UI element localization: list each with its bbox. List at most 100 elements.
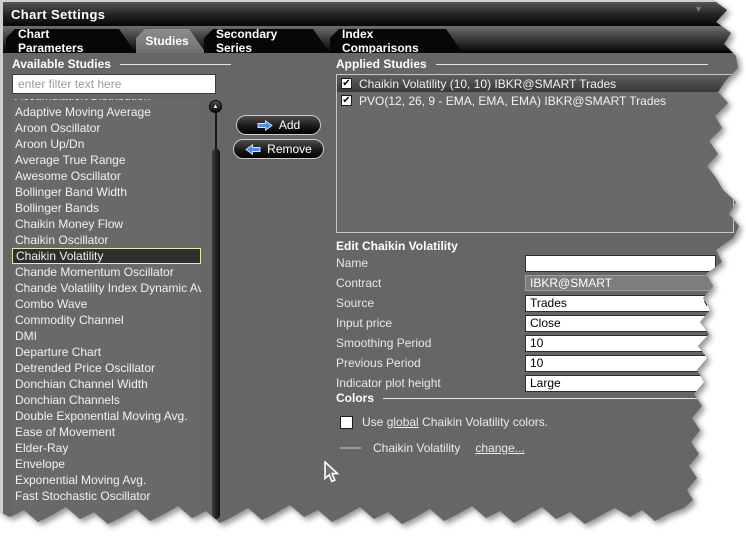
available-studies-header: Available Studies [12, 57, 231, 71]
list-item[interactable]: DMI [12, 328, 201, 344]
tab-index-comparisons[interactable]: Index Comparisons [330, 29, 463, 53]
arrow-left-icon [245, 144, 261, 155]
list-item-selected[interactable]: Chaikin Volatility [12, 248, 201, 264]
applied-studies-list: ✔ Chaikin Volatility (10, 10) IBKR@SMART… [336, 74, 734, 233]
list-item[interactable]: Elder-Ray [12, 440, 201, 456]
list-item[interactable]: Bollinger Band Width [12, 184, 201, 200]
contract-field: IBKR@SMART [525, 275, 716, 291]
edit-form: Name Contract IBKR@SMART Source Trades ▼… [336, 253, 717, 393]
list-item[interactable]: Chaikin Money Flow [12, 216, 201, 232]
list-item[interactable]: Bollinger Bands [12, 200, 201, 216]
previous-period-field[interactable] [525, 355, 716, 372]
line-color-swatch [340, 447, 361, 449]
applied-row-selected[interactable]: ✔ Chaikin Volatility (10, 10) IBKR@SMART… [337, 75, 733, 92]
colors-header: Colors [336, 391, 713, 405]
list-item[interactable]: Exponential Moving Avg. [12, 472, 201, 488]
edit-section-title: Edit Chaikin Volatility [336, 239, 458, 253]
applied-row-label: PVO(12, 26, 9 - EMA, EMA, EMA) IBKR@SMAR… [359, 94, 666, 108]
screenshot-stage: Chart Settings ▼ Chart Parameters Studie… [0, 0, 746, 546]
applied-row-label: Chaikin Volatility (10, 10) IBKR@SMART T… [359, 77, 616, 91]
list-item[interactable]: Fast Stochastic Oscillator [12, 488, 201, 504]
header-rule [383, 398, 713, 399]
form-row-contract: Contract IBKR@SMART [336, 273, 717, 293]
list-item[interactable]: Adaptive Moving Average [12, 104, 201, 120]
list-item[interactable]: Awesome Oscillator [12, 168, 201, 184]
plot-height-dropdown[interactable]: Large ▼ [525, 375, 716, 392]
list-item[interactable]: Donchian Channels [12, 392, 201, 408]
field-label: Indicator plot height [336, 376, 525, 390]
chevron-down-icon: ▼ [702, 318, 711, 328]
field-label: Previous Period [336, 356, 525, 370]
remove-button[interactable]: Remove [233, 139, 324, 159]
list-scrollbar: ▲ [209, 99, 223, 519]
scrollbar-thumb[interactable] [212, 149, 220, 519]
colors-title: Colors [336, 391, 374, 405]
source-dropdown[interactable]: Trades ▼ [525, 295, 716, 312]
list-item[interactable]: Average True Range [12, 152, 201, 168]
form-row-input-price: Input price Close ▼ [336, 313, 717, 333]
use-global-suffix: Chaikin Volatility colors. [419, 415, 548, 429]
form-row-previous-period: Previous Period [336, 353, 717, 373]
list-item[interactable]: Detrended Price Oscillator [12, 360, 201, 376]
field-label: Contract [336, 276, 525, 290]
list-item[interactable]: Chaikin Oscillator [12, 232, 201, 248]
dropdown-value: Close [530, 316, 561, 330]
list-item[interactable]: Chande Momentum Oscillator [12, 264, 201, 280]
applied-studies-title: Applied Studies [336, 57, 427, 71]
header-rule [436, 64, 708, 65]
available-studies-title: Available Studies [12, 57, 111, 71]
list-item[interactable]: Chande Volatility Index Dynamic Ave [12, 280, 201, 296]
tab-studies[interactable]: Studies [136, 29, 206, 53]
list-item[interactable]: Commodity Channel [12, 312, 201, 328]
header-rule [120, 64, 231, 65]
use-global-colors-row: Use global Chaikin Volatility colors. [340, 415, 548, 429]
filter-input[interactable] [12, 74, 216, 94]
window-title: Chart Settings [11, 7, 105, 22]
name-field[interactable] [525, 255, 716, 272]
tab-chart-parameters[interactable]: Chart Parameters [6, 29, 136, 53]
change-color-link[interactable]: change... [475, 441, 524, 455]
dropdown-value: Large [530, 376, 561, 390]
tab-bar: Chart Parameters Studies Secondary Serie… [3, 26, 746, 53]
form-row-plot-height: Indicator plot height Large ▼ [336, 373, 717, 393]
dropdown-value: Trades [530, 296, 567, 310]
use-global-text: Use global Chaikin Volatility colors. [362, 415, 548, 429]
chevron-down-icon: ▼ [702, 378, 711, 388]
field-label: Smoothing Period [336, 336, 525, 350]
checkbox-checked-icon[interactable]: ✔ [341, 95, 352, 106]
study-color-row: Chaikin Volatility change... [340, 441, 525, 455]
remove-button-label: Remove [267, 142, 312, 156]
applied-row[interactable]: ✔ PVO(12, 26, 9 - EMA, EMA, EMA) IBKR@SM… [337, 92, 733, 109]
mouse-cursor-icon [324, 461, 340, 484]
list-item[interactable]: Combo Wave [12, 296, 201, 312]
checkbox-unchecked[interactable] [340, 416, 353, 429]
list-item[interactable]: Aroon Up/Dn [12, 136, 201, 152]
list-item[interactable]: Ease of Movement [12, 424, 201, 440]
titlebar-menu-icon[interactable]: ▼ [694, 4, 703, 14]
global-link[interactable]: global [387, 415, 419, 429]
tab-secondary-series[interactable]: Secondary Series [204, 29, 330, 53]
list-item[interactable]: Double Exponential Moving Avg. [12, 408, 201, 424]
arrow-right-icon [257, 120, 273, 131]
available-studies-list: Accumulation/Distribution Adaptive Movin… [12, 99, 201, 520]
form-row-name: Name [336, 253, 717, 273]
use-global-prefix: Use [362, 415, 387, 429]
list-item[interactable]: Departure Chart [12, 344, 201, 360]
list-item[interactable]: Envelope [12, 456, 201, 472]
list-item[interactable]: Donchian Channel Width [12, 376, 201, 392]
list-item[interactable]: Aroon Oscillator [12, 120, 201, 136]
smoothing-period-field[interactable] [525, 335, 716, 352]
input-price-dropdown[interactable]: Close ▼ [525, 315, 716, 332]
field-label: Input price [336, 316, 525, 330]
window-border-left [0, 0, 3, 546]
form-row-source: Source Trades ▼ [336, 293, 717, 313]
applied-studies-header: Applied Studies [336, 57, 708, 71]
field-label: Name [336, 256, 525, 270]
add-button[interactable]: Add [236, 115, 321, 135]
chart-settings-window: Chart Settings ▼ Chart Parameters Studie… [0, 0, 746, 546]
checkbox-checked-icon[interactable]: ✔ [341, 78, 352, 89]
swatch-label: Chaikin Volatility [373, 441, 460, 455]
scroll-up-icon[interactable]: ▲ [209, 100, 222, 113]
titlebar: Chart Settings [3, 2, 746, 26]
chevron-down-icon: ▼ [702, 298, 711, 308]
